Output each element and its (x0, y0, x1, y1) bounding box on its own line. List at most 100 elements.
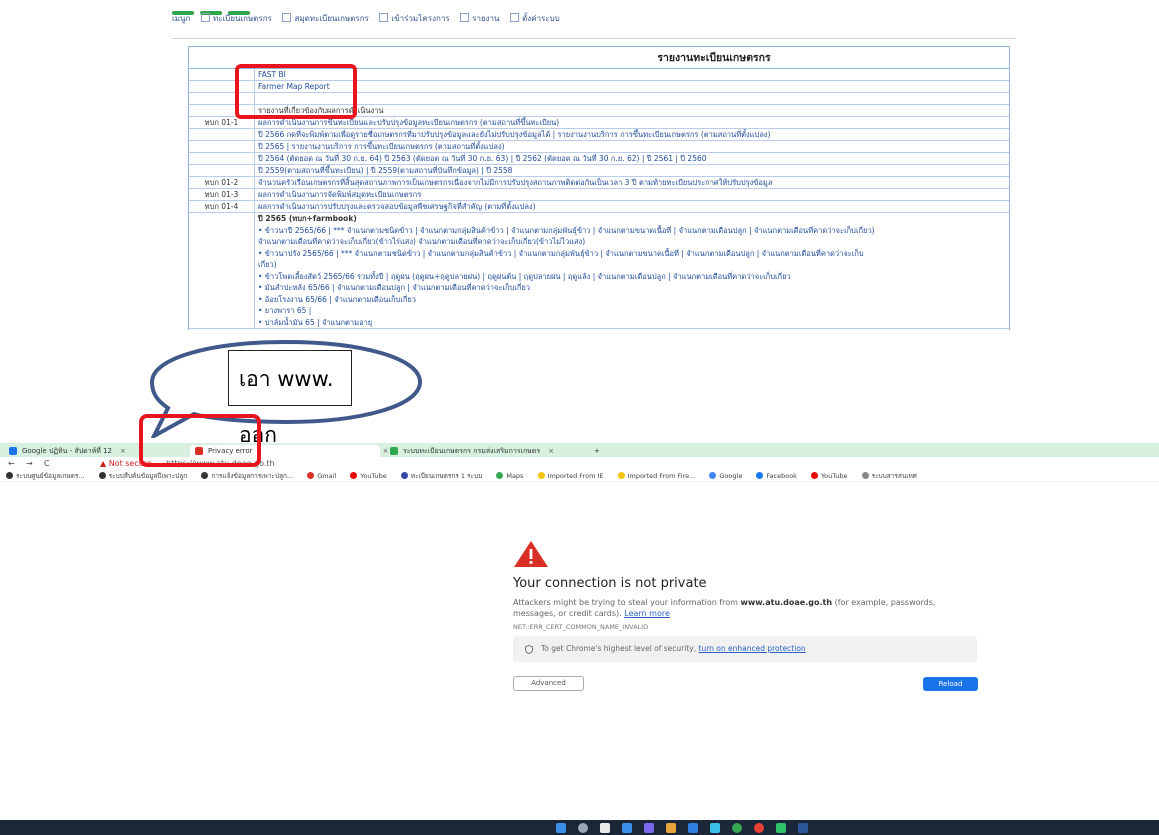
app-icon[interactable] (754, 823, 764, 833)
tab-farmer-registry[interactable]: ระบบทะเบียนเกษตรกร กรมส่งเสริมการเกษตร × (385, 445, 554, 457)
crop-report-line[interactable]: • ยางพารา 65 | (258, 305, 875, 317)
report-link[interactable]: ผลการดำเนินงานการปรับปรุงและตรวจสอบข้อมู… (255, 201, 536, 212)
task-view-icon[interactable] (600, 823, 610, 833)
row-code: ทบก 01-4 (189, 201, 255, 212)
row-code: ทบก 01-2 (189, 177, 255, 188)
table-row: ทบก 01-3 ผลการดำเนินงานการจัดพิมพ์สมุดทะเ… (189, 189, 1009, 201)
bookmark-item[interactable]: Facebook (756, 470, 797, 481)
widgets-icon[interactable] (622, 823, 632, 833)
word-icon[interactable] (798, 823, 808, 833)
crop-report-line[interactable]: • ข้าวนาปรัง 2565/66 | *** จำแนกตามชนิดข… (258, 248, 875, 260)
start-icon[interactable] (556, 823, 566, 833)
error-desc-text: Attackers might be trying to steal your … (513, 598, 738, 607)
table-row: ทบก 01-4 ผลการดำเนินงานการปรับปรุงและตรวจ… (189, 201, 1009, 213)
folder-icon (537, 472, 545, 479)
report-link[interactable]: จำนวนครัวเรือนเกษตรกรที่สิ้นสุดสถานภาพกา… (255, 177, 772, 188)
crop-report-line[interactable]: • ข้าวนาปี 2565/66 | *** จำแนกตามชนิดข้า… (258, 225, 875, 237)
store-icon[interactable] (710, 823, 720, 833)
menu-item-home[interactable]: เมนูก (172, 14, 190, 23)
report-link[interactable]: ปี 2565 | รายงานงานบริการ การขึ้นทะเบียน… (255, 141, 505, 152)
globe-icon (201, 472, 209, 479)
row-code (189, 153, 255, 164)
tab-google-calendar[interactable]: Google ปฏิทิน - สัปดาห์ที่ 12 × (4, 445, 126, 457)
forward-icon[interactable]: → (26, 457, 33, 470)
close-icon[interactable]: × (120, 447, 126, 455)
error-description: Attackers might be trying to steal your … (513, 597, 953, 619)
crop-report-line[interactable]: • ข้าวโพดเลี้ยงสัตว์ 2565/66 รวมทั้งปี |… (258, 271, 875, 283)
menu-item-registry-book[interactable]: สมุดทะเบียนเกษตรกร (282, 14, 368, 23)
bookmark-item[interactable]: Gmail (307, 470, 336, 481)
crop-report-line[interactable]: จำแนกตามเดือนที่คาดว่าจะเก็บเกี่ยว(ข้าวไ… (258, 236, 875, 248)
crop-report-line[interactable]: • ปาล์มน้ำมัน 65 | จำแนกตามอายุ (258, 317, 875, 329)
crop-report-line[interactable]: • มันสำปะหลัง 65/66 | จำแนกตามเดือนปลูก … (258, 282, 875, 294)
learn-more-link[interactable]: Learn more (624, 609, 670, 618)
new-tab-button[interactable]: + (588, 445, 600, 457)
table-row: ปี 2565 (ทบก+farmbook) • ข้าวนาปี 2565/6… (189, 213, 1009, 329)
report-link[interactable]: ปี 2559(ตามสถานที่ขึ้นทะเบียน) | ปี 2559… (255, 165, 512, 176)
file-explorer-icon[interactable] (666, 823, 676, 833)
bookmark-item[interactable]: Imported From Fire... (617, 470, 696, 481)
bookmark-label: ทะเบียนเกษตรกร 1 ระบบ (410, 472, 483, 480)
close-icon[interactable]: × (548, 447, 554, 455)
bookmark-label: การแจ้งข้อมูลการเพาะปลูก... (211, 472, 294, 480)
maps-icon (496, 472, 504, 479)
bookmark-item[interactable]: ระบบสืบค้นข้อมูลปีเพาะปลูก (98, 470, 187, 481)
site-icon (400, 472, 408, 479)
table-row: ปี 2564 (ตัดยอด ณ วันที่ 30 ก.ย. 64) ปี … (189, 153, 1009, 165)
folder-icon (617, 472, 625, 479)
windows-taskbar (0, 820, 1159, 835)
menu-item-farmer-registry[interactable]: ทะเบียนเกษตรกร (201, 14, 272, 23)
youtube-icon (350, 472, 358, 479)
bookmark-label: Facebook (766, 472, 797, 480)
bookmark-item[interactable]: Google (709, 470, 742, 481)
bookmark-item[interactable]: การแจ้งข้อมูลการเพาะปลูก... (201, 470, 294, 481)
menu-item-reports[interactable]: รายงาน (460, 14, 499, 23)
search-icon[interactable] (578, 823, 588, 833)
bookmark-item[interactable]: YouTube (350, 470, 387, 481)
table-row: ปี 2565 | รายงานงานบริการ การขึ้นทะเบียน… (189, 141, 1009, 153)
warning-triangle-icon (514, 541, 548, 567)
bookmark-label: Imported From IE (547, 472, 604, 480)
row-code (189, 141, 255, 152)
globe-icon (861, 472, 869, 479)
bookmarks-bar: ระบบศูนย์ข้อมูลเกษตร... ระบบสืบค้นข้อมูล… (0, 470, 1159, 482)
bookmark-item[interactable]: ระบบสารสนเทศ (861, 470, 917, 481)
chrome-icon[interactable] (732, 823, 742, 833)
reload-button[interactable]: Reload (923, 677, 978, 691)
report-link[interactable]: ปี 2564 (ตัดยอด ณ วันที่ 30 ก.ย. 64) ปี … (255, 153, 707, 164)
chat-icon[interactable] (644, 823, 654, 833)
menu-item-settings[interactable]: ตั้งค่าระบบ (510, 14, 560, 23)
report-link[interactable]: ผลการดำเนินงานการจัดพิมพ์สมุดทะเบียนเกษต… (255, 189, 421, 200)
bookmark-item[interactable]: ทะเบียนเกษตรกร 1 ระบบ (400, 470, 483, 481)
bookmark-item[interactable]: YouTube (811, 470, 848, 481)
row-code: ทบก 01-3 (189, 189, 255, 200)
report-link[interactable]: ปี 2566 กดที่จะพิมพ์ตามเพื่อดูรายชื่อเกษ… (255, 129, 771, 140)
bookmark-item[interactable]: Maps (496, 470, 523, 481)
globe-icon (98, 472, 106, 479)
bookmark-label: YouTube (821, 472, 848, 480)
site-icon (390, 447, 398, 455)
line-icon[interactable] (776, 823, 786, 833)
crop-report-line[interactable]: เกี่ยว) (258, 259, 875, 271)
edge-icon[interactable] (688, 823, 698, 833)
menu-item-join-project[interactable]: เข้าร่วมโครงการ (379, 14, 449, 23)
error-code: NET::ERR_CERT_COMMON_NAME_INVALID (513, 623, 649, 631)
enhanced-protection-link[interactable]: turn on enhanced protection (699, 644, 806, 653)
table-row: ปี 2566 กดที่จะพิมพ์ตามเพื่อดูรายชื่อเกษ… (189, 129, 1009, 141)
row-code (189, 213, 255, 328)
brand-bars (172, 0, 256, 15)
advanced-button[interactable]: Advanced (513, 676, 584, 691)
gmail-icon (307, 472, 315, 479)
calendar-icon (9, 447, 17, 455)
google-icon (709, 472, 717, 479)
shield-icon (525, 645, 533, 654)
reload-icon[interactable]: C (44, 457, 50, 470)
crop-report-line[interactable]: • อ้อยโรงงาน 65/66 | จำแนกตามเดือนเก็บเก… (258, 294, 875, 306)
bookmark-label: Imported From Fire... (627, 472, 696, 480)
back-icon[interactable]: ← (8, 457, 15, 470)
bookmark-item[interactable]: Imported From IE (537, 470, 604, 481)
bookmark-label: ระบบสารสนเทศ (871, 472, 917, 480)
globe-icon (6, 472, 13, 479)
tab-label: ระบบทะเบียนเกษตรกร กรมส่งเสริมการเกษตร (403, 447, 541, 455)
bookmark-item[interactable]: ระบบศูนย์ข้อมูลเกษตร... (6, 470, 85, 481)
